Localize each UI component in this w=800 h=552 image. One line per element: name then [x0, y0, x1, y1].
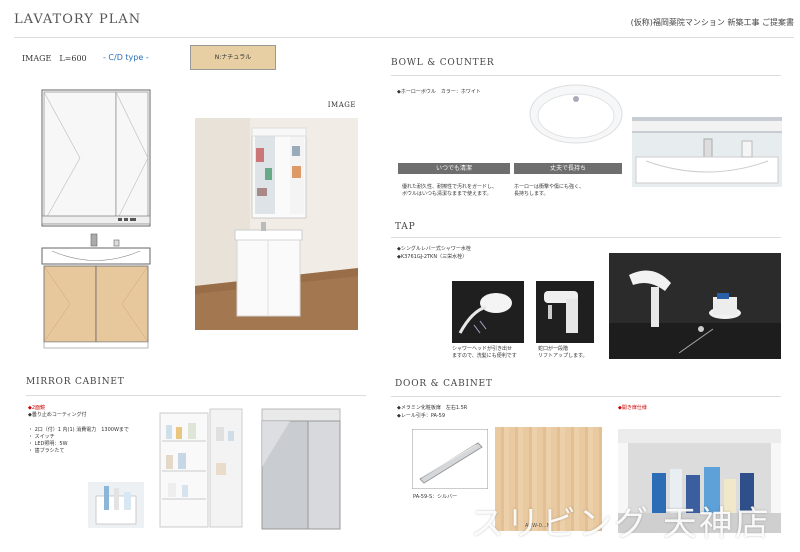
shower-head-photo	[452, 281, 524, 343]
tap-divider	[391, 237, 781, 238]
tap-title: TAP	[395, 222, 416, 232]
closed-mirror-cabinet-photo	[260, 407, 342, 531]
header-divider	[14, 37, 794, 38]
vanity-photo	[195, 118, 358, 330]
type-label: - C/D type -	[103, 53, 149, 62]
lift-up-spout-photo	[536, 281, 594, 343]
mirror-cabinet-divider	[26, 395, 366, 396]
benefit-badge-clean: いつでも清潔	[398, 163, 510, 174]
photo-label: IMAGE	[327, 101, 356, 109]
project-subtitle: (仮称)福岡薬院マンション 新築工事 ご提案書	[630, 18, 794, 27]
bowl-spec: ◆ホーローボウル カラー：ホワイト	[397, 89, 481, 95]
watermark: スリビング 天神店	[470, 504, 771, 544]
bowl-desc-1: 優れた耐久性、耐擦性で汚れをガードし、 ボウルはいつも清潔なままで使えます。	[402, 184, 498, 197]
bowl-counter-title: BOWL & COUNTER	[391, 58, 495, 68]
door-spec-1: ◆メラミン化粧板扉 左右1.5R	[397, 405, 468, 411]
bowl-desc-2: ホーローは衝撃や傷にも強く、 長持ちします。	[514, 184, 585, 197]
door-spec-2: ◆レール引手：PA-59	[397, 413, 446, 419]
door-cabinet-title: DOOR & CABINET	[395, 379, 493, 389]
bowl-photo	[529, 84, 623, 144]
switch-icon	[118, 218, 122, 221]
toothbrush-holder-photo	[88, 482, 144, 528]
mirror-feature-list: ・ 2口（付）1 内(1) 消費電力 1300Wまで ・ スイッチ ・ LED照…	[28, 427, 129, 454]
faucet-photo	[609, 253, 781, 359]
benefit-badge-durable: 丈夫で長持ち	[514, 163, 622, 174]
overflow-icon	[573, 96, 579, 102]
counter	[41, 247, 151, 265]
handle-caption: PA-59-S：シルバー	[413, 494, 458, 500]
door-cabinet-divider	[391, 396, 781, 397]
open-mirror-cabinet-photo	[158, 407, 244, 529]
bowl-counter-divider	[391, 75, 781, 76]
mirror-spec-1: ◆2面鏡	[28, 405, 46, 411]
page-title: LAVATORY PLAN	[14, 12, 142, 27]
vanity-drawing	[41, 89, 151, 349]
handle-rail-photo	[412, 429, 488, 489]
swatch-label: N:ナチュラル	[214, 54, 252, 61]
faucet-icon	[90, 233, 98, 247]
open-door-spec: ◆開き扉仕様	[618, 405, 647, 411]
tap-spec-1: ◆シングルレバー式シャワー水栓	[397, 246, 471, 252]
tap-caption-1: シャワーヘッドが引き出せ ますので、洗髪にも便利です	[452, 346, 517, 359]
mirror-spec-2: ◆曇り止めコーティング付	[28, 412, 87, 418]
image-label: IMAGE L=600	[22, 54, 87, 63]
tap-caption-2: 蛇口が一段階 リフトアップします。	[538, 346, 588, 359]
mirror-right	[115, 91, 149, 223]
tap-spec-2: ◆K3761GJ-2TKN（三栄水栓）	[397, 254, 468, 260]
mirror-cabinet-title: MIRROR CABINET	[26, 377, 125, 387]
color-swatch: N:ナチュラル	[190, 45, 276, 70]
vanity-closeup-photo	[632, 117, 782, 187]
